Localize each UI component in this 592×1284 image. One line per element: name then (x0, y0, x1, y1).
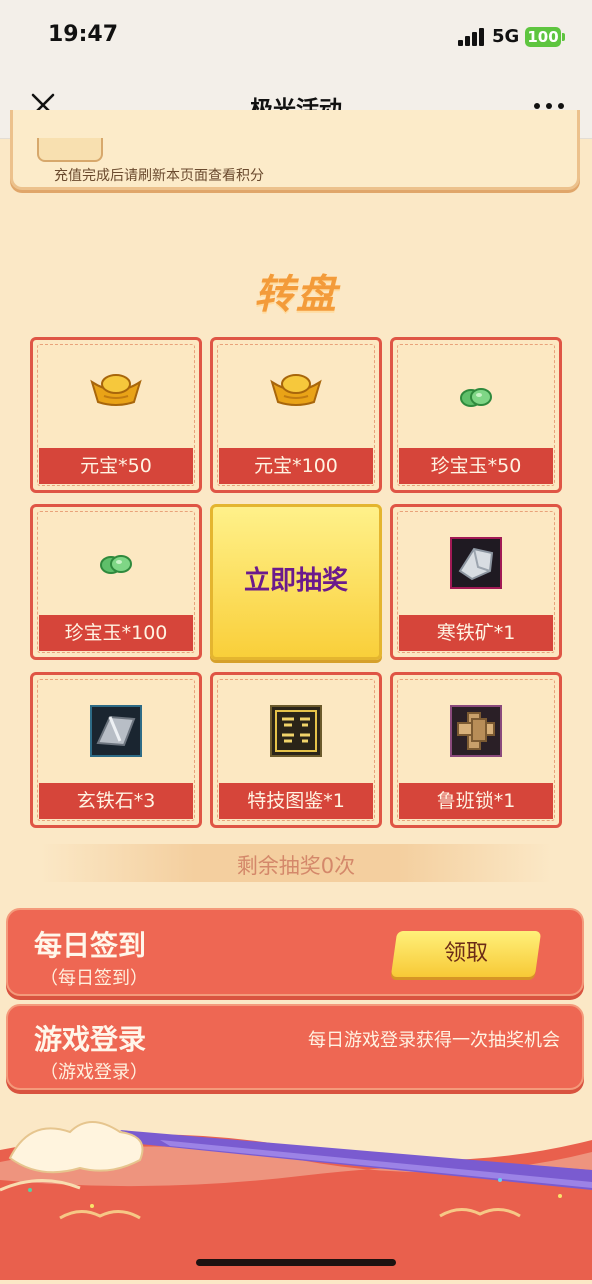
battery-icon: 100 (525, 27, 565, 47)
prize-label: 元宝*100 (219, 448, 373, 484)
prize-label: 元宝*50 (39, 448, 193, 484)
prize-cell: 寒铁矿*1 (390, 504, 562, 660)
task-subtitle: （每日签到） (40, 968, 148, 989)
prize-label: 特技图鉴*1 (219, 783, 373, 819)
signal-icon (458, 28, 486, 46)
cold-iron-ore-icon (450, 537, 502, 593)
jade-icon (99, 553, 133, 579)
prize-label: 寒铁矿*1 (399, 615, 553, 651)
notice-tag (37, 138, 103, 162)
prize-label: 玄铁石*3 (39, 783, 193, 819)
home-indicator (196, 1259, 396, 1266)
gold-ingot-icon (88, 368, 144, 414)
status-time: 19:47 (48, 22, 119, 47)
remaining-draws: 剩余抽奖0次 (236, 854, 356, 878)
draw-button[interactable]: 立即抽奖 (210, 504, 382, 660)
luban-lock-icon (450, 705, 502, 761)
prize-label: 珍宝玉*50 (399, 448, 553, 484)
wheel-title: 转盘 (254, 271, 338, 318)
draw-button-label: 立即抽奖 (243, 566, 348, 596)
skill-book-icon (270, 705, 322, 761)
prize-label: 珍宝玉*100 (39, 615, 193, 651)
prize-cell: 珍宝玉*100 (30, 504, 202, 660)
jade-icon (459, 386, 493, 412)
footer-decoration (0, 1110, 592, 1280)
status-bar: 19:47 5G 100 (0, 0, 592, 72)
notice-text: 充值完成后请刷新本页面查看积分 (54, 168, 264, 184)
task-subtitle: （游戏登录） (40, 1062, 148, 1083)
prize-cell: 元宝*50 (30, 337, 202, 493)
task-title: 每日签到 (34, 929, 147, 962)
prize-cell: 鲁班锁*1 (390, 672, 562, 828)
prize-label: 鲁班锁*1 (399, 783, 553, 819)
prize-cell: 特技图鉴*1 (210, 672, 382, 828)
prize-cell: 珍宝玉*50 (390, 337, 562, 493)
network-type: 5G (492, 26, 520, 47)
prize-cell: 元宝*100 (210, 337, 382, 493)
task-description: 每日游戏登录获得一次抽奖机会 (308, 1030, 560, 1051)
gold-ingot-icon (268, 368, 324, 414)
prize-cell: 玄铁石*3 (30, 672, 202, 828)
task-title: 游戏登录 (34, 1023, 147, 1056)
claim-button-label[interactable]: 领取 (394, 931, 538, 977)
dark-iron-stone-icon (90, 705, 142, 761)
